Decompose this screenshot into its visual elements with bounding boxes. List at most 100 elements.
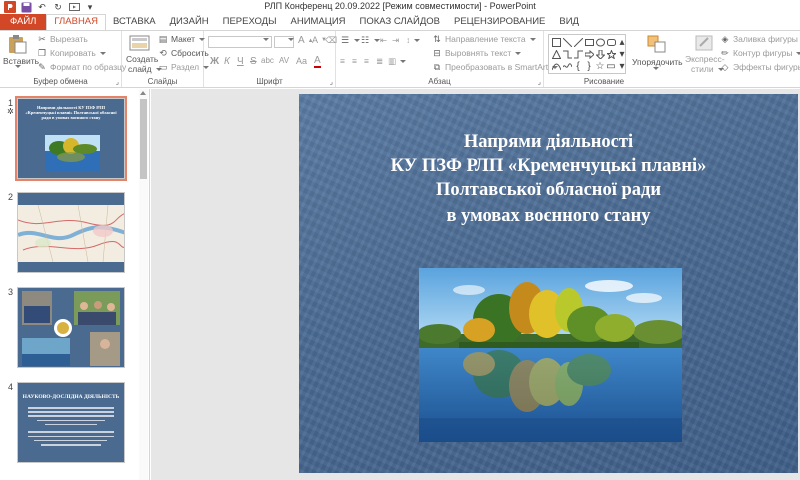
shape-star-icon[interactable] [606,49,616,59]
gallery-scroll-down-icon[interactable]: ▾ [617,49,627,60]
font-launcher-icon[interactable]: ⌟ [330,78,333,86]
arrange-button[interactable]: Упорядочить [632,57,683,67]
shape-right-arrow-icon[interactable] [584,49,594,59]
bold-button[interactable]: Ж [210,56,219,67]
tab-file[interactable]: ФАЙЛ [0,14,47,30]
shape-curve-icon[interactable] [551,61,561,71]
thumbnail-number: 3 [8,287,14,297]
line-spacing-icon[interactable]: ↕ [406,35,421,45]
pen-icon: ✏ [721,48,729,58]
thumbnail-map [18,205,124,262]
paste-icon[interactable] [6,34,28,54]
shape-brace-right-icon[interactable]: } [584,61,594,72]
italic-button[interactable]: К [224,56,230,67]
scroll-thumb[interactable] [140,99,147,179]
quick-styles-dropdown[interactable]: стили [691,64,724,74]
shape-arrow-icon[interactable] [573,37,583,47]
new-slide-dropdown[interactable]: слайд [128,64,162,74]
columns-icon[interactable]: ▥ [388,56,407,67]
tab-view[interactable]: ВИД [552,14,586,30]
convert-smartart-button[interactable]: ⧉ Преобразовать в SmartArt [432,62,559,72]
shape-oval-icon[interactable] [595,37,605,47]
font-size-dropdown[interactable] [287,38,294,41]
copy-button[interactable]: ❐ Копировать [37,48,106,58]
arrange-icon[interactable] [646,34,668,54]
increase-indent-icon[interactable]: ⇥ [392,35,399,46]
gallery-more-icon[interactable]: ▾ [617,61,627,72]
shape-line-icon[interactable] [562,37,572,47]
slides-group: Создать слайд ▤ Макет ⟲ Сбросить ▭ Раздел С… [122,31,210,87]
paste-button[interactable]: Вставить [3,56,39,66]
align-center-icon[interactable]: ≡ [352,56,357,66]
tab-animations[interactable]: АНИМАЦИЯ [284,14,353,30]
change-case-button[interactable]: Aa [296,56,307,66]
scroll-up-icon[interactable] [140,91,146,95]
paragraph-launcher-icon[interactable]: ⌟ [538,78,541,86]
bullets-icon: ☰ [340,35,350,45]
slide-title[interactable]: Напрями діяльності КУ ПЗФ РЛП «Кременчуц… [319,130,778,228]
slide-thumbnail-pane: 1 ✲ Напрями діяльності КУ ПЗФ РЛП «Креме… [0,89,150,480]
format-painter-button[interactable]: ✎ Формат по образцу [37,62,126,72]
align-right-icon[interactable]: ≡ [364,56,369,66]
shape-callout-icon[interactable]: ▭ [606,61,616,72]
cut-button[interactable]: ✂ Вырезать [37,34,88,44]
tab-design[interactable]: ДИЗАЙН [163,14,216,30]
shape-textbox-icon[interactable] [551,37,561,47]
layout-button[interactable]: ▤ Макет [158,34,206,44]
tab-home[interactable]: ГЛАВНАЯ [46,14,106,30]
new-slide-icon[interactable] [129,34,151,54]
gallery-scroll-up-icon[interactable]: ▴ [617,37,627,48]
shape-fill-button[interactable]: ◈ Заливка фигуры [720,34,800,44]
tab-transitions[interactable]: ПЕРЕХОДЫ [216,14,284,30]
font-color-button[interactable]: A [314,56,321,68]
shadow-button[interactable]: abc [261,56,274,65]
title-bar: ↶ ↻ ▾ РЛП Конференц 20.09.2022 [Режим со… [0,0,800,14]
numbering-button[interactable]: ☷ [360,35,380,45]
shape-down-arrow-icon[interactable] [595,49,605,59]
tab-slideshow[interactable]: ПОКАЗ СЛАЙДОВ [353,14,447,30]
paste-dropdown[interactable] [14,65,21,68]
text-direction-icon: ⇅ [433,34,441,44]
shape-star-small-icon[interactable]: ☆ [595,61,605,72]
shape-effects-button[interactable]: ◇ Эффекты фигуры [720,62,800,72]
shape-rounded-rect-icon[interactable] [606,37,616,47]
drawing-group-label: Рисование [583,77,625,86]
shapes-gallery[interactable]: ▴ ▾ { } ☆ ▭ ▾ [548,34,626,74]
tab-review[interactable]: РЕЦЕНЗИРОВАНИЕ [447,14,552,30]
reset-button[interactable]: ⟲ Сбросить [158,48,209,58]
shape-brace-left-icon[interactable]: { [573,61,583,72]
quick-styles-icon[interactable] [694,34,716,54]
autumn-lake-photo[interactable] [419,268,682,442]
shape-triangle-icon[interactable] [551,49,561,59]
shape-squiggle-icon[interactable] [562,61,572,71]
new-slide-button[interactable]: Создать [126,54,158,64]
strikethrough-button[interactable]: S [250,56,257,67]
slide-thumbnail-4[interactable]: НАУКОВО-ДОСЛІДНА ДІЯЛЬНІСТЬ [17,382,125,463]
char-spacing-button[interactable]: AV [279,56,289,65]
shape-elbow-arrow-icon[interactable] [573,49,583,59]
font-group: A ▲ A ▼ ⌫ Ж К Ч S abc AV Aa A Шрифт ⌟ [204,31,337,87]
arrange-dropdown[interactable] [652,67,659,70]
slide-thumbnail-3[interactable] [17,287,125,368]
clipboard-launcher-icon[interactable]: ⌟ [116,78,119,86]
thumbnail-scrollbar[interactable] [139,89,148,480]
underline-button[interactable]: Ч [237,56,244,67]
slide-thumbnail-1[interactable]: Напрями діяльності КУ ПЗФ РЛП «Кременчуц… [15,96,127,181]
decrease-indent-icon[interactable]: ⇤ [380,35,387,46]
section-button[interactable]: ▭ Раздел [158,62,210,72]
align-text-button[interactable]: ⊟ Выровнять текст [432,48,522,58]
font-name-dropdown[interactable] [262,38,269,41]
bullets-button[interactable]: ☰ [340,35,360,45]
justify-icon[interactable]: ≣ [376,56,383,67]
shape-outline-button[interactable]: ✏ Контур фигуры [720,48,800,58]
quick-styles-button[interactable]: Экспресс- [685,54,725,64]
tab-insert[interactable]: ВСТАВКА [106,14,163,30]
smartart-icon: ⧉ [433,62,441,72]
text-direction-button[interactable]: ⇅ Направление текста [432,34,536,44]
animation-star-icon: ✲ [7,107,14,116]
align-left-icon[interactable]: ≡ [340,56,345,66]
current-slide[interactable]: Напрями діяльності КУ ПЗФ РЛП «Кременчуц… [299,94,798,473]
slide-thumbnail-2[interactable] [17,192,125,273]
shape-rectangle-icon[interactable] [584,37,594,47]
shape-elbow-icon[interactable] [562,49,572,59]
